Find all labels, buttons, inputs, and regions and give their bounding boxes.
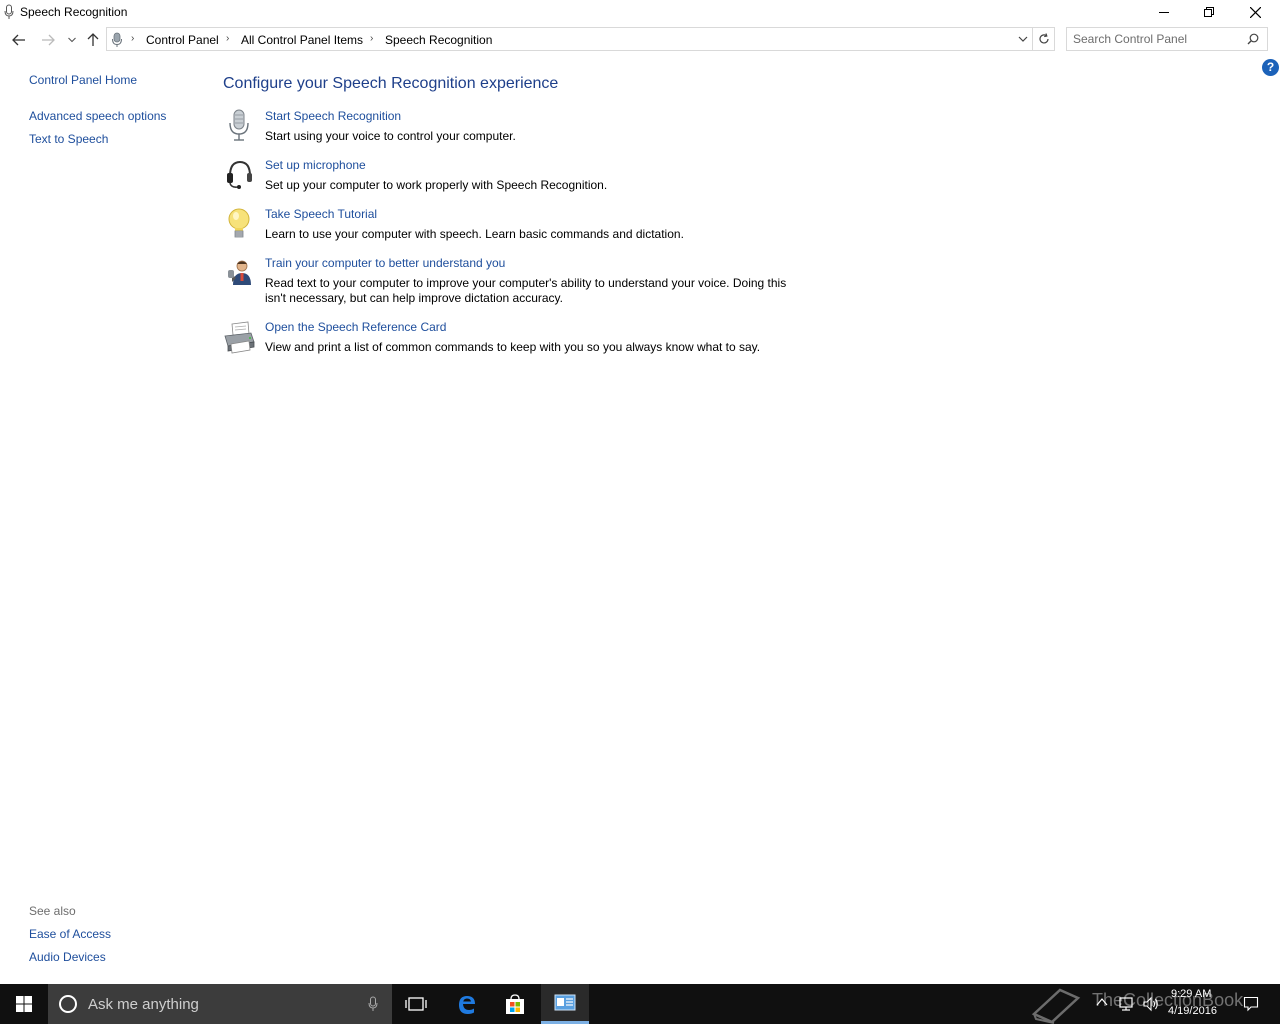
edge-icon xyxy=(459,996,475,1014)
close-button[interactable] xyxy=(1232,0,1278,24)
start-speech-recognition-link[interactable]: Start Speech Recognition xyxy=(265,109,401,123)
start-button[interactable] xyxy=(0,984,48,1024)
search-box[interactable] xyxy=(1066,27,1268,51)
audio-devices-link[interactable]: Audio Devices xyxy=(29,950,106,964)
printer-icon[interactable] xyxy=(222,320,256,354)
breadcrumb-control-panel[interactable]: Control Panel xyxy=(146,33,219,47)
refresh-icon xyxy=(1038,33,1049,44)
task-description: View and print a list of common commands… xyxy=(265,340,761,354)
close-icon xyxy=(1249,6,1261,18)
store-icon xyxy=(506,994,524,1014)
ease-of-access-link[interactable]: Ease of Access xyxy=(29,927,111,941)
book-icon xyxy=(1031,988,1081,1024)
store-button[interactable] xyxy=(491,984,539,1024)
minimize-icon xyxy=(1159,12,1169,13)
back-arrow-icon xyxy=(12,34,25,46)
task-description: Read text to your computer to improve yo… xyxy=(265,276,787,305)
clock-time[interactable]: 9:29 AM xyxy=(1171,988,1211,1000)
notifications-icon[interactable] xyxy=(1243,996,1259,1012)
task-description: Start using your voice to control your c… xyxy=(265,129,516,143)
task-view-button[interactable] xyxy=(392,984,440,1024)
back-button[interactable] xyxy=(9,30,29,50)
breadcrumb-speech-recognition[interactable]: Speech Recognition xyxy=(385,33,492,47)
forward-button[interactable] xyxy=(38,30,58,50)
recent-locations-button[interactable] xyxy=(62,30,82,50)
user-train-icon[interactable] xyxy=(222,256,256,290)
windows-logo-icon xyxy=(16,996,32,1012)
up-button[interactable] xyxy=(83,30,103,50)
microphone-icon[interactable] xyxy=(368,996,378,1012)
control-panel-icon xyxy=(554,994,576,1010)
chevron-down-icon xyxy=(68,37,76,43)
network-icon[interactable] xyxy=(1118,996,1136,1012)
train-computer-link[interactable]: Train your computer to better understand… xyxy=(265,256,505,270)
open-reference-card-link[interactable]: Open the Speech Reference Card xyxy=(265,320,446,334)
help-icon[interactable]: ? xyxy=(1262,59,1279,76)
taskbar: Ask me anything TheCollectionBook 9:29 A… xyxy=(0,984,1280,1024)
text-to-speech-link[interactable]: Text to Speech xyxy=(29,132,108,146)
see-also-title: See also xyxy=(29,904,76,918)
task-description: Set up your computer to work properly wi… xyxy=(265,178,608,192)
edge-button[interactable] xyxy=(443,984,491,1024)
breadcrumb-all-items[interactable]: All Control Panel Items xyxy=(241,33,363,47)
take-speech-tutorial-link[interactable]: Take Speech Tutorial xyxy=(265,207,377,221)
microphone-icon[interactable] xyxy=(222,109,256,143)
chevron-right-icon[interactable]: › xyxy=(370,33,373,44)
cortana-placeholder: Ask me anything xyxy=(88,996,199,1013)
cortana-icon xyxy=(59,995,77,1013)
control-panel-home-link[interactable]: Control Panel Home xyxy=(29,73,137,87)
set-up-microphone-link[interactable]: Set up microphone xyxy=(265,158,366,172)
volume-icon[interactable] xyxy=(1143,996,1161,1012)
headset-icon[interactable] xyxy=(222,158,256,192)
microphone-icon xyxy=(4,4,14,19)
window-title: Speech Recognition xyxy=(20,5,128,19)
chevron-up-icon[interactable] xyxy=(1096,997,1108,1007)
navigation-bar: › Control Panel › All Control Panel Item… xyxy=(0,27,1280,53)
refresh-button[interactable] xyxy=(1033,27,1055,51)
microphone-icon xyxy=(112,32,122,47)
title-bar: Speech Recognition xyxy=(0,0,1280,24)
control-panel-taskbar-button[interactable] xyxy=(541,984,589,1024)
clock-date[interactable]: 4/19/2016 xyxy=(1168,1005,1217,1017)
search-input[interactable] xyxy=(1073,31,1241,47)
restore-icon xyxy=(1204,7,1214,17)
chevron-right-icon: › xyxy=(131,33,135,44)
task-view-icon xyxy=(405,997,427,1011)
up-arrow-icon xyxy=(87,33,99,46)
forward-arrow-icon xyxy=(42,34,55,46)
chevron-right-icon[interactable]: › xyxy=(226,33,229,44)
page-title: Configure your Speech Recognition experi… xyxy=(223,75,559,92)
task-description: Learn to use your computer with speech. … xyxy=(265,227,684,241)
address-bar[interactable]: › Control Panel › All Control Panel Item… xyxy=(106,27,1033,51)
search-icon[interactable] xyxy=(1247,33,1259,45)
restore-button[interactable] xyxy=(1186,0,1232,24)
chevron-down-icon[interactable] xyxy=(1018,33,1028,45)
advanced-speech-options-link[interactable]: Advanced speech options xyxy=(29,109,166,123)
cortana-search-box[interactable]: Ask me anything xyxy=(48,984,392,1024)
minimize-button[interactable] xyxy=(1141,0,1187,24)
lightbulb-icon[interactable] xyxy=(222,207,256,241)
